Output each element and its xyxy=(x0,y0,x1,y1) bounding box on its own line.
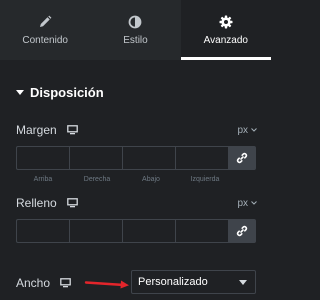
field-label-izquierda: Izquierda xyxy=(190,176,220,183)
unit-label: px xyxy=(237,197,248,209)
link-icon xyxy=(236,225,248,237)
margen-bottom-input[interactable] xyxy=(122,146,175,170)
ancho-control-row: Ancho xyxy=(16,276,71,290)
desktop-icon[interactable] xyxy=(66,125,78,135)
margen-dimensions xyxy=(16,146,256,170)
margen-left-input[interactable] xyxy=(175,146,228,170)
margen-label: Margen xyxy=(16,123,57,137)
tab-avanzado[interactable]: Avanzado xyxy=(180,0,272,60)
tab-contenido[interactable]: Contenido xyxy=(0,0,90,60)
relleno-top-input[interactable] xyxy=(16,219,69,243)
caret-down-icon xyxy=(239,279,247,285)
margen-unit-selector[interactable]: px xyxy=(237,125,257,136)
field-label-abajo: Abajo xyxy=(142,176,160,183)
margen-link-button[interactable] xyxy=(228,146,256,170)
gear-icon xyxy=(219,14,233,30)
ancho-label: Ancho xyxy=(16,276,51,290)
desktop-icon[interactable] xyxy=(60,278,71,288)
tab-label: Contenido xyxy=(22,35,68,46)
relleno-bottom-input[interactable] xyxy=(122,219,175,243)
relleno-control-row: Relleno px xyxy=(16,196,257,210)
editor-tabs: Contenido Estilo Avanzado xyxy=(0,0,272,60)
desktop-icon[interactable] xyxy=(66,198,78,208)
tab-label: Estilo xyxy=(123,35,148,46)
unit-label: px xyxy=(237,124,248,136)
relleno-unit-selector[interactable]: px xyxy=(237,198,257,209)
chevron-down-icon xyxy=(251,201,257,205)
margen-field-labels: Arriba Derecha Abajo Izquierda xyxy=(16,176,232,183)
margen-top-input[interactable] xyxy=(16,146,69,170)
section-disposicion-toggle[interactable]: Disposición xyxy=(16,85,104,100)
relleno-link-button[interactable] xyxy=(228,219,256,243)
relleno-dimensions xyxy=(16,219,256,243)
section-title: Disposición xyxy=(30,85,104,100)
ancho-select-value: Personalizado xyxy=(138,276,208,288)
link-icon xyxy=(236,152,248,164)
relleno-label: Relleno xyxy=(16,196,57,210)
chevron-down-icon xyxy=(251,128,257,132)
margen-right-input[interactable] xyxy=(69,146,122,170)
pencil-icon xyxy=(38,14,52,30)
relleno-left-input[interactable] xyxy=(175,219,228,243)
field-label-derecha: Derecha xyxy=(83,176,111,183)
margen-control-row: Margen px xyxy=(16,123,257,137)
field-label-arriba: Arriba xyxy=(33,176,53,183)
relleno-right-input[interactable] xyxy=(69,219,122,243)
contrast-icon xyxy=(128,14,142,30)
caret-down-icon xyxy=(16,90,24,95)
tab-estilo[interactable]: Estilo xyxy=(90,0,180,60)
tab-label: Avanzado xyxy=(203,35,248,46)
ancho-select[interactable]: Personalizado xyxy=(131,270,256,294)
red-arrow-annotation xyxy=(84,280,129,289)
